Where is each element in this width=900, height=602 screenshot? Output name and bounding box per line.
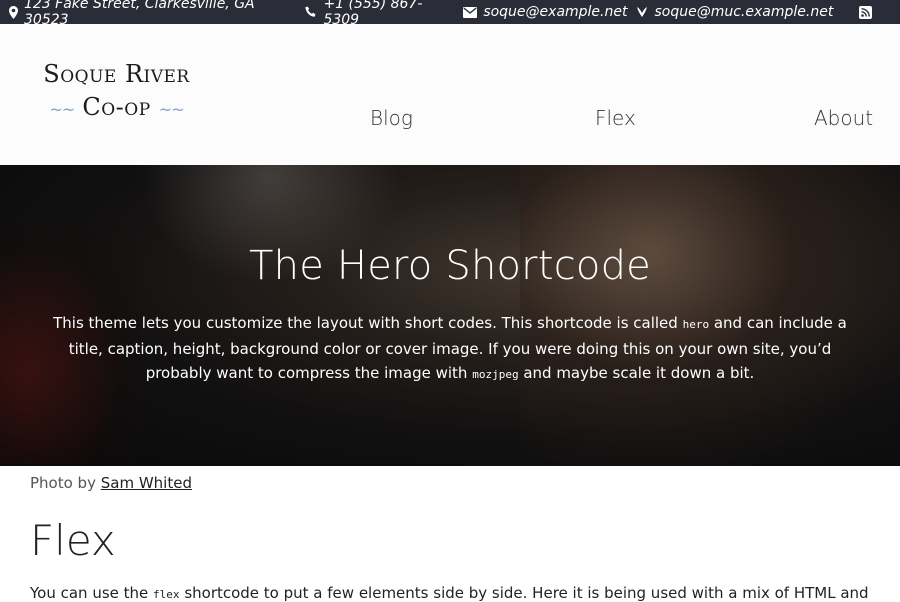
phone-icon (305, 6, 317, 18)
section-title: Flex (30, 516, 116, 565)
map-marker-icon (9, 5, 18, 19)
hero-caption: This theme lets you customize the layout… (38, 311, 862, 387)
envelope-icon (463, 6, 478, 18)
logo-line-1: Soque River (43, 60, 190, 88)
photo-credit-prefix: Photo by (30, 474, 101, 492)
hero-caption-text-3: and maybe scale it down a bit. (518, 364, 755, 382)
email-link[interactable]: soque@example.net (483, 4, 627, 20)
xmpp-link[interactable]: soque@muc.example.net (654, 4, 833, 20)
email-item[interactable]: soque@example.net (463, 4, 627, 20)
rss-icon[interactable] (859, 5, 872, 19)
logo-line-2: ~~ Co-op ~~ (39, 92, 194, 125)
xmpp-icon (636, 6, 648, 18)
hero-banner: The Hero Shortcode This theme lets you c… (0, 165, 900, 466)
logo-line-2-text: Co-op (82, 93, 151, 121)
nav-item-blog[interactable]: Blog (370, 106, 413, 130)
photo-credit: Photo by Sam Whited (30, 474, 192, 492)
xmpp-item[interactable]: soque@muc.example.net (636, 4, 833, 20)
section-paragraph-text-1: You can use the (30, 584, 154, 602)
site-header: Soque River ~~ Co-op ~~ Blog Flex About (0, 24, 900, 165)
nav-item-about[interactable]: About (814, 106, 873, 130)
contact-bar: 123 Fake Street, Clarkesville, GA 30523 … (0, 0, 900, 28)
hero-title: The Hero Shortcode (249, 243, 651, 289)
logo-wave-right: ~~ (158, 100, 185, 119)
site-logo[interactable]: Soque River ~~ Co-op ~~ (39, 60, 194, 125)
section-paragraph-code: flex (153, 588, 180, 601)
section-paragraph: You can use the flex shortcode to put a … (30, 584, 870, 602)
section-paragraph-text-2: shortcode to put a few elements side by … (179, 584, 869, 602)
hero-caption-code-1: hero (682, 318, 710, 331)
nav-item-flex[interactable]: Flex (595, 106, 636, 130)
photo-credit-author-link[interactable]: Sam Whited (101, 474, 192, 492)
hero-caption-text-1: This theme lets you customize the layout… (53, 314, 683, 332)
logo-wave-left: ~~ (49, 100, 75, 119)
hero-caption-code-2: mozjpeg (472, 368, 519, 381)
